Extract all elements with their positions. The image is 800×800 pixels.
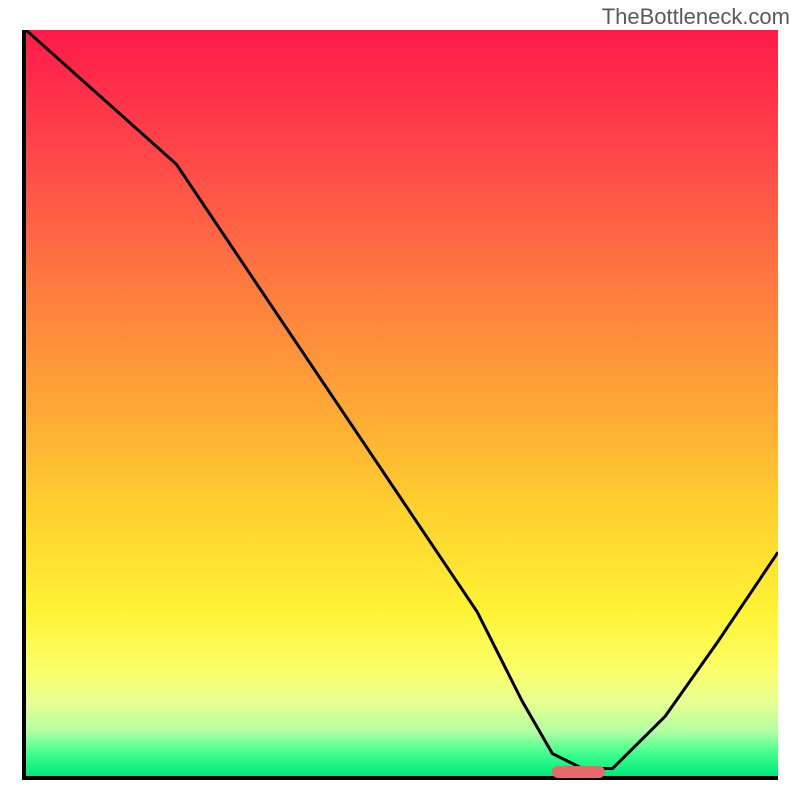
optimal-marker [552, 766, 605, 778]
bottleneck-curve [26, 30, 778, 769]
watermark-text: TheBottleneck.com [602, 4, 790, 30]
curve-svg [26, 30, 778, 776]
plot-area [22, 30, 778, 780]
